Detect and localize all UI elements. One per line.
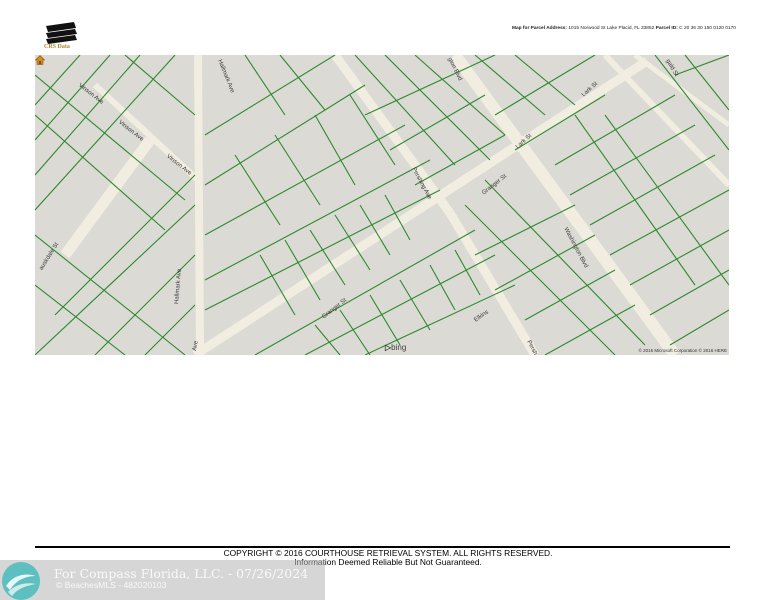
parcel-map[interactable]: Vinson Ave Vinson Ave Vinson Ave Hallmar… [35, 55, 729, 355]
bing-logo: ▷bing [385, 343, 407, 352]
road-pershing [331, 55, 454, 216]
road-hallmark [194, 55, 204, 355]
parcel-address: 1015 Norwood St Lake Placid, FL 33852 [568, 26, 655, 31]
map-graphics [35, 55, 729, 355]
map-attribution: © 2016 Microsoft Corporation © 2016 HERE [638, 348, 727, 353]
map-for-label: Map for Parcel Address: [512, 26, 568, 31]
house-marker-icon[interactable] [35, 55, 45, 65]
parcel-id: C 20 36 30 150 0120 0170 [679, 26, 736, 31]
road-pershing-south [446, 210, 539, 355]
compass-watermark-logo-icon [2, 562, 40, 600]
parcel-id-label: Parcel ID: [655, 26, 678, 31]
watermark-line-1: For Compass Florida, LLC. - 07/26/2024 [54, 566, 309, 581]
road-granger [192, 57, 650, 355]
parcel-header-info: Map for Parcel Address: 1015 Norwood St … [512, 26, 736, 31]
road-washington [450, 55, 680, 355]
road-diagonal-west [60, 136, 155, 259]
logo-text: CRS Data [44, 44, 70, 50]
watermark-line-2: © BeachesMLS - 482020103 [56, 580, 167, 590]
